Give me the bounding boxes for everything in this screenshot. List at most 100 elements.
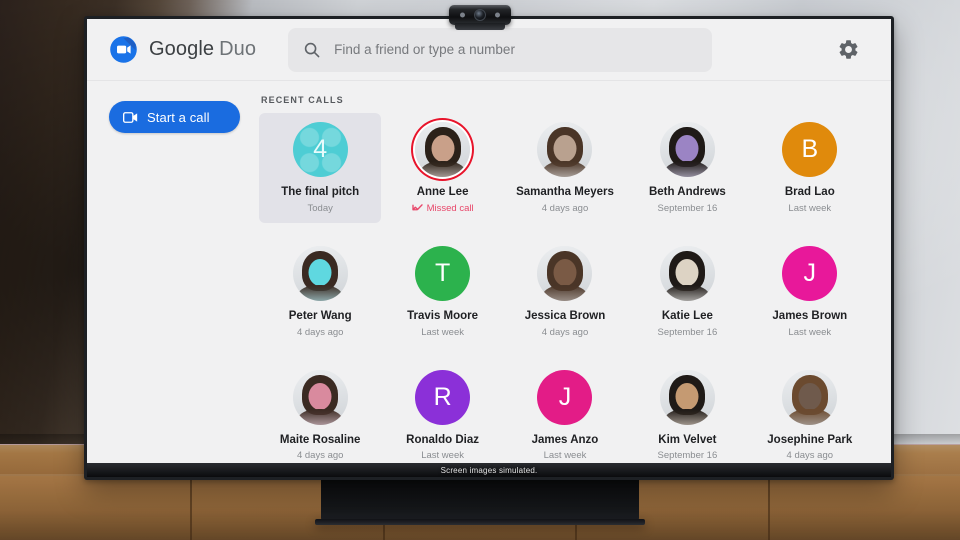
avatar [782, 369, 838, 425]
contact-timestamp: Today [307, 202, 333, 214]
contact-name: James Brown [772, 309, 848, 322]
avatar-photo [292, 369, 348, 425]
brand-google-label: Google [149, 38, 215, 60]
search-placeholder-text: Find a friend or type a number [334, 42, 515, 57]
avatar [292, 245, 348, 301]
contact-timestamp: September 16 [657, 202, 718, 214]
contact-card[interactable]: Samantha Meyers 4 days ago [504, 113, 626, 223]
start-call-button[interactable]: Start a call [109, 101, 240, 133]
avatar-photo [659, 122, 715, 177]
avatar: J [782, 245, 838, 301]
tv-stand [321, 480, 639, 522]
contact-card[interactable]: T Travis Moore Last week [381, 237, 503, 347]
contact-card[interactable]: Kim Velvet September 16 [626, 361, 748, 471]
contact-name: Maite Rosaline [279, 433, 361, 446]
avatar-initial: R [433, 382, 452, 411]
contact-timestamp: Last week [543, 450, 587, 462]
avatar [537, 122, 593, 177]
avatar-wrap: R [415, 369, 471, 425]
tv-stand-base [315, 519, 645, 525]
contact-card[interactable]: Katie Lee September 16 [626, 237, 748, 347]
simulated-watermark: Screen images simulated. [440, 466, 538, 475]
missed-call-status: Missed call [411, 202, 474, 214]
contact-name: James Anzo [531, 433, 599, 446]
avatar-initial: B [801, 135, 819, 163]
contact-timestamp: Last week [788, 326, 832, 338]
google-duo-app: Google Duo Find a friend or type a number [87, 19, 891, 477]
contact-name: Peter Wang [288, 309, 352, 322]
webcam-mic-right [495, 12, 500, 18]
recent-calls-heading: RECENT CALLS [261, 95, 344, 105]
avatar: R [415, 369, 471, 425]
contact-name: Katie Lee [661, 309, 713, 322]
duo-video-logo-icon [109, 35, 138, 64]
television: Google Duo Find a friend or type a number [84, 16, 894, 480]
contact-card[interactable]: Peter Wang 4 days ago [259, 237, 381, 347]
contact-name: Travis Moore [407, 309, 479, 322]
app-body: Start a call RECENT CALLS 4 The final pit… [87, 81, 891, 477]
avatar [659, 245, 715, 301]
avatar: 4 [292, 122, 348, 177]
gear-icon[interactable] [831, 33, 865, 67]
avatar-wrap [292, 369, 348, 425]
contacts-grid: 4 The final pitch Today Anne Lee Missed call… [259, 113, 871, 470]
contact-timestamp: 4 days ago [541, 326, 589, 338]
contact-card[interactable]: J James Anzo Last week [504, 361, 626, 471]
tv-screen: Google Duo Find a friend or type a number [87, 19, 891, 477]
contact-name: Samantha Meyers [516, 186, 614, 198]
contact-timestamp: Last week [788, 202, 832, 214]
webcam-lens [474, 9, 486, 21]
contact-card[interactable]: Jessica Brown 4 days ago [504, 237, 626, 347]
contact-card[interactable]: Beth Andrews September 16 [626, 113, 748, 223]
avatar [659, 122, 715, 177]
contact-card[interactable]: R Ronaldo Diaz Last week [381, 361, 503, 471]
drawer [0, 474, 193, 540]
avatar [292, 369, 348, 425]
avatar-wrap [537, 245, 593, 301]
contact-name: Josephine Park [767, 433, 853, 446]
avatar-photo [782, 369, 838, 425]
avatar-wrap [292, 245, 348, 301]
avatar-wrap [537, 122, 593, 177]
contact-card[interactable]: Anne Lee Missed call [381, 113, 503, 223]
brand-area: Google Duo [109, 35, 256, 64]
contact-card[interactable]: Maite Rosaline 4 days ago [259, 361, 381, 471]
webcam-clip [455, 23, 505, 30]
avatar: T [415, 245, 471, 301]
contact-timestamp: 4 days ago [296, 326, 344, 338]
avatar-wrap: T [415, 245, 471, 301]
recent-calls-section: RECENT CALLS 4 The final pitch Today Anne L… [259, 95, 891, 477]
avatar: J [537, 369, 593, 425]
avatar-photo [292, 245, 348, 301]
avatar-wrap: J [782, 245, 838, 301]
contact-timestamp: Last week [421, 326, 464, 338]
avatar-wrap [782, 369, 838, 425]
avatar-wrap [659, 369, 715, 425]
avatar-photo [659, 245, 715, 301]
search-input[interactable]: Find a friend or type a number [288, 27, 713, 72]
search-icon [304, 42, 320, 57]
contact-card[interactable]: B Brad Lao Last week [749, 113, 871, 223]
avatar-wrap [659, 122, 715, 177]
avatar-initial: J [803, 258, 817, 287]
contact-card[interactable]: 4 The final pitch Today [259, 113, 382, 223]
avatar [537, 245, 593, 301]
avatar-photo [537, 122, 593, 177]
brand-duo-label: Duo [219, 38, 257, 60]
avatar-wrap [415, 122, 471, 177]
webcam-mic-left [460, 12, 465, 18]
avatar-wrap: J [537, 369, 593, 425]
contact-card[interactable]: J James Brown Last week [749, 237, 871, 347]
contact-timestamp: Last week [421, 450, 464, 462]
contact-name: Anne Lee [416, 186, 469, 198]
start-call-label: Start a call [147, 109, 210, 125]
contact-name: Ronaldo Diaz [406, 433, 480, 446]
contact-timestamp: 4 days ago [296, 450, 344, 462]
contact-timestamp: 4 days ago [786, 450, 834, 462]
missed-call-label: Missed call [426, 202, 474, 214]
avatar-wrap: 4 [292, 122, 348, 177]
contact-card[interactable]: Josephine Park 4 days ago [749, 361, 871, 471]
contact-name: Jessica Brown [524, 309, 606, 322]
avatar-photo [659, 369, 715, 425]
avatar-wrap: B [782, 122, 838, 177]
